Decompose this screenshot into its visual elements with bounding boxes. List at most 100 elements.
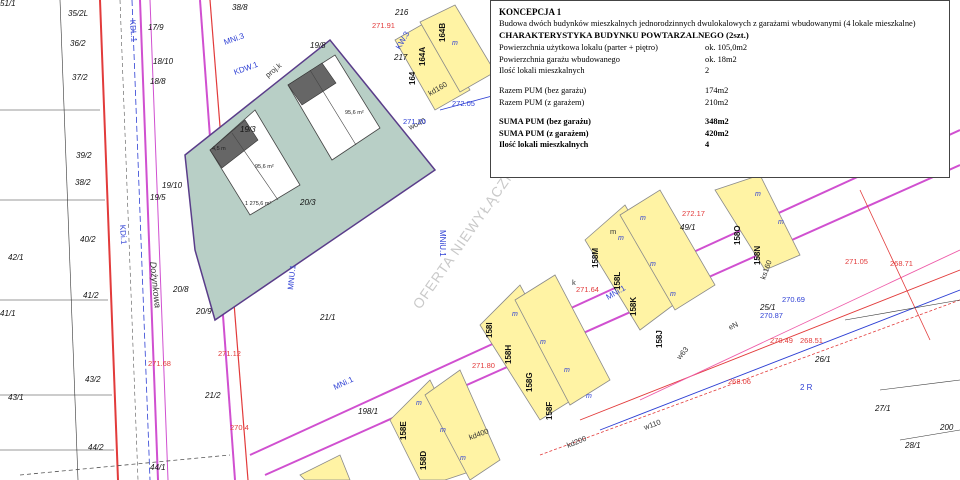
svg-text:41/2: 41/2 <box>83 291 99 300</box>
svg-text:95,6 m²: 95,6 m² <box>255 164 274 170</box>
svg-text:39/2: 39/2 <box>76 151 92 160</box>
svg-text:271.20: 271.20 <box>403 117 426 126</box>
svg-text:270.87: 270.87 <box>760 311 783 320</box>
svg-text:2 R: 2 R <box>800 383 813 392</box>
svg-text:21/1: 21/1 <box>319 313 336 322</box>
info-row: Powierzchnia garażu wbudowanego ok. 18m2 <box>499 54 737 64</box>
svg-text:270.69: 270.69 <box>782 295 805 304</box>
svg-text:158K: 158K <box>629 297 638 316</box>
svg-text:18/10: 18/10 <box>153 57 174 66</box>
svg-text:271.91: 271.91 <box>372 21 395 30</box>
svg-text:271.05: 271.05 <box>845 257 868 266</box>
svg-text:KDi.1: KDi.1 <box>118 225 128 246</box>
svg-text:158D: 158D <box>419 451 428 470</box>
svg-text:17/9: 17/9 <box>148 23 164 32</box>
svg-text:272.17: 272.17 <box>682 209 705 218</box>
svg-text:28/1: 28/1 <box>904 441 921 450</box>
svg-text:271.68: 271.68 <box>148 359 171 368</box>
svg-text:m: m <box>564 367 570 374</box>
svg-text:m: m <box>670 291 676 298</box>
svg-text:51/1: 51/1 <box>0 0 16 8</box>
svg-text:95,6 m²: 95,6 m² <box>345 110 364 116</box>
svg-text:18/8: 18/8 <box>150 77 166 86</box>
svg-text:20/9: 20/9 <box>195 307 212 316</box>
concept-title: KONCEPCJA 1 <box>499 7 562 17</box>
svg-text:m: m <box>440 427 446 434</box>
svg-text:KDL.1: KDL.1 <box>128 20 139 43</box>
svg-text:m: m <box>416 400 422 407</box>
svg-text:21/2: 21/2 <box>204 391 221 400</box>
svg-text:35/2L: 35/2L <box>68 9 88 18</box>
svg-text:m: m <box>452 40 458 47</box>
total-row: Ilość lokali mieszkalnych 4 <box>499 140 710 150</box>
svg-text:270.4: 270.4 <box>230 423 249 432</box>
svg-text:198/1: 198/1 <box>358 407 378 416</box>
svg-text:270.49: 270.49 <box>770 336 793 345</box>
svg-text:158M: 158M <box>591 248 600 268</box>
svg-text:19/8: 19/8 <box>310 41 326 50</box>
svg-text:20/8: 20/8 <box>172 285 189 294</box>
svg-text:43/1: 43/1 <box>8 393 24 402</box>
svg-text:m: m <box>512 311 518 318</box>
svg-text:158N: 158N <box>753 246 762 265</box>
svg-text:268.71: 268.71 <box>890 259 913 268</box>
svg-text:36/2: 36/2 <box>70 39 86 48</box>
svg-text:49/1: 49/1 <box>680 223 696 232</box>
svg-text:164B: 164B <box>438 23 447 42</box>
svg-text:m: m <box>778 219 784 226</box>
svg-text:158H: 158H <box>504 345 513 364</box>
svg-text:m: m <box>618 235 624 242</box>
svg-text:216: 216 <box>394 8 409 17</box>
svg-text:44/1: 44/1 <box>150 463 166 472</box>
svg-text:37/2: 37/2 <box>72 73 88 82</box>
info-row: Razem PUM (bez garażu) 174m2 <box>499 86 729 96</box>
svg-text:m: m <box>610 227 616 236</box>
svg-text:m: m <box>755 191 761 198</box>
concept-description: Budowa dwóch budynków mieszkalnych jedno… <box>499 19 916 28</box>
svg-text:271.12: 271.12 <box>218 349 241 358</box>
svg-text:272.05: 272.05 <box>452 99 475 108</box>
svg-text:20/3: 20/3 <box>299 198 316 207</box>
building-characteristics-title: CHARAKTERYSTYKA BUDYNKU POWTARZALNEGO (2… <box>499 30 749 40</box>
svg-text:158F: 158F <box>545 402 554 420</box>
svg-text:1 275,6 m²: 1 275,6 m² <box>245 201 271 207</box>
svg-text:158O: 158O <box>733 225 742 245</box>
svg-text:200: 200 <box>939 423 954 432</box>
svg-text:158G: 158G <box>525 372 534 392</box>
svg-text:268.06: 268.06 <box>728 377 751 386</box>
svg-text:44/2: 44/2 <box>88 443 104 452</box>
total-row: SUMA PUM (bez garażu) 348m2 <box>499 117 729 127</box>
info-row: Razem PUM (z garażem) 210m2 <box>499 97 729 107</box>
svg-text:41/1: 41/1 <box>0 309 16 318</box>
svg-text:164A: 164A <box>418 47 427 66</box>
svg-text:268.51: 268.51 <box>800 336 823 345</box>
svg-text:m: m <box>586 393 592 400</box>
svg-text:271.80: 271.80 <box>472 361 495 370</box>
info-row: Ilość lokali mieszkalnych 2 <box>499 66 710 76</box>
svg-text:26/1: 26/1 <box>814 355 831 364</box>
svg-text:27/1: 27/1 <box>874 404 891 413</box>
svg-text:19/10: 19/10 <box>162 181 183 190</box>
svg-text:m: m <box>540 339 546 346</box>
svg-text:158E: 158E <box>399 421 408 440</box>
svg-text:MNiU.1: MNiU.1 <box>438 230 447 257</box>
svg-text:19/5: 19/5 <box>150 193 166 202</box>
total-row: SUMA PUM (z garażem) 420m2 <box>499 128 729 138</box>
svg-text:4,5 m: 4,5 m <box>212 146 226 152</box>
svg-text:m: m <box>640 215 646 222</box>
svg-text:38/2: 38/2 <box>75 178 91 187</box>
svg-text:38/8: 38/8 <box>232 3 248 12</box>
svg-text:164: 164 <box>408 71 417 85</box>
svg-text:217: 217 <box>393 53 408 62</box>
svg-text:43/2: 43/2 <box>85 375 101 384</box>
project-info-panel: KONCEPCJA 1 Budowa dwóch budynków mieszk… <box>490 0 950 178</box>
svg-text:m: m <box>650 261 656 268</box>
svg-text:40/2: 40/2 <box>80 235 96 244</box>
info-row: Powierzchnia użytkowa lokalu (parter + p… <box>499 43 748 53</box>
svg-text:42/1: 42/1 <box>8 253 24 262</box>
svg-text:m: m <box>460 455 466 462</box>
svg-text:158I: 158I <box>485 322 494 338</box>
svg-text:158J: 158J <box>655 330 664 348</box>
svg-text:19/3: 19/3 <box>240 125 256 134</box>
svg-text:271.64: 271.64 <box>576 285 599 294</box>
